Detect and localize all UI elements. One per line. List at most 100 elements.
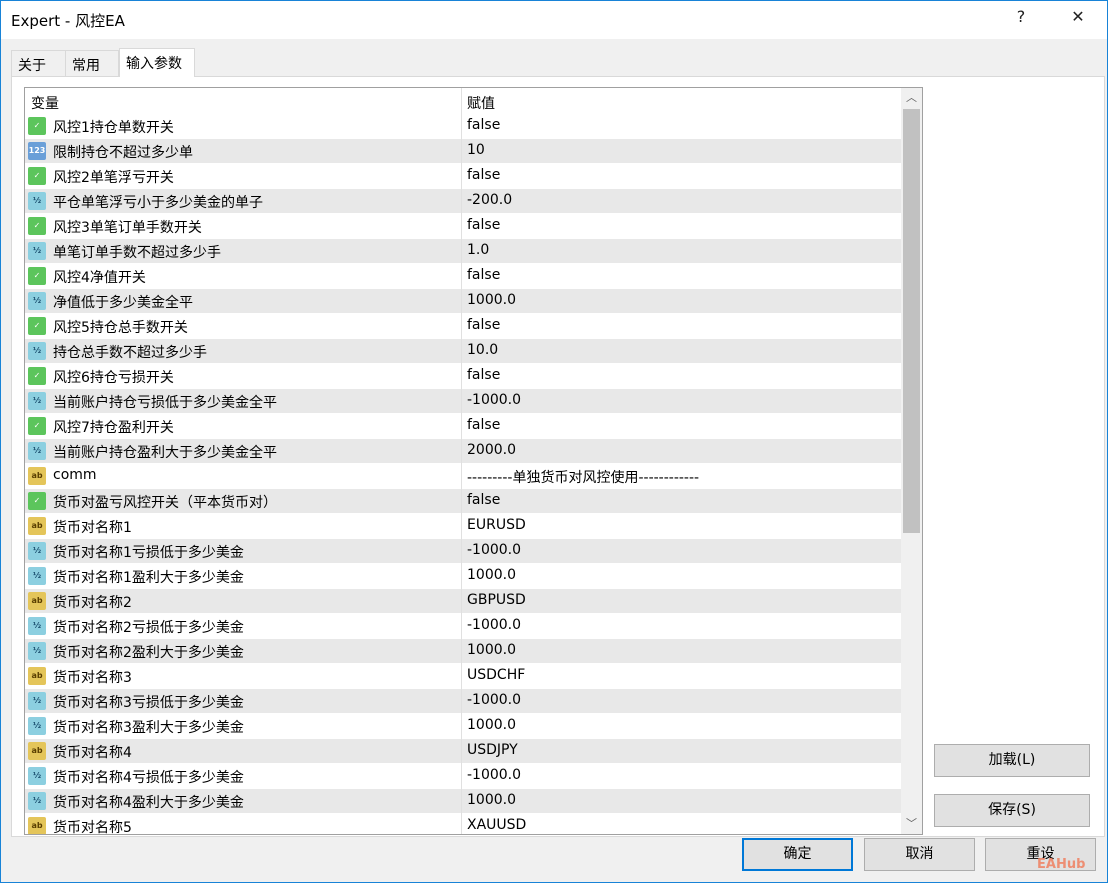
header-value[interactable]: 赋值 <box>467 93 495 113</box>
parameter-row[interactable]: ½ 当前账户持仓亏损低于多少美金全平 -1000.0 <box>25 389 901 414</box>
parameter-row[interactable]: ½ 货币对名称4亏损低于多少美金 -1000.0 <box>25 764 901 789</box>
double-icon: ½ <box>28 342 46 360</box>
parameter-value[interactable]: XAUUSD <box>467 817 526 833</box>
help-button[interactable]: ? <box>1006 7 1036 26</box>
parameter-name: 货币对名称2亏损低于多少美金 <box>53 620 244 636</box>
parameter-value[interactable]: 2000.0 <box>467 442 516 458</box>
parameter-row[interactable]: ½ 当前账户持仓盈利大于多少美金全平 2000.0 <box>25 439 901 464</box>
parameter-name: 风控6持仓亏损开关 <box>53 370 174 386</box>
watermark: EAHub <box>1037 857 1086 872</box>
parameter-row[interactable]: ✓ 风控1持仓单数开关 false <box>25 114 901 139</box>
parameter-name: 风控1持仓单数开关 <box>53 120 174 136</box>
load-button[interactable]: 加载(L) <box>934 744 1090 777</box>
bool-icon: ✓ <box>28 117 46 135</box>
bool-icon: ✓ <box>28 267 46 285</box>
window-title: Expert - 风控EA <box>11 12 125 30</box>
parameter-row[interactable]: ab 货币对名称1 EURUSD <box>25 514 901 539</box>
scroll-thumb[interactable] <box>903 109 920 533</box>
parameter-value[interactable]: false <box>467 217 500 233</box>
double-icon: ½ <box>28 192 46 210</box>
double-icon: ½ <box>28 567 46 585</box>
parameter-value[interactable]: 10.0 <box>467 342 498 358</box>
parameter-value[interactable]: USDCHF <box>467 667 525 683</box>
parameter-value[interactable]: 1.0 <box>467 242 489 258</box>
bool-icon: ✓ <box>28 492 46 510</box>
scroll-up-icon[interactable]: ︿ <box>901 88 922 108</box>
parameter-row[interactable]: ab 货币对名称3 USDCHF <box>25 664 901 689</box>
parameter-name: 货币对名称3亏损低于多少美金 <box>53 695 244 711</box>
parameter-row[interactable]: ✓ 风控5持仓总手数开关 false <box>25 314 901 339</box>
parameter-row[interactable]: ab 货币对名称5 XAUUSD <box>25 814 901 834</box>
parameter-row[interactable]: ½ 货币对名称1亏损低于多少美金 -1000.0 <box>25 539 901 564</box>
parameter-row[interactable]: 123 限制持仓不超过多少单 10 <box>25 139 901 164</box>
parameter-row[interactable]: ✓ 风控6持仓亏损开关 false <box>25 364 901 389</box>
parameter-name: 当前账户持仓盈利大于多少美金全平 <box>53 445 277 461</box>
parameter-row[interactable]: ½ 平仓单笔浮亏小于多少美金的单子 -200.0 <box>25 189 901 214</box>
parameter-row[interactable]: ½ 货币对名称3盈利大于多少美金 1000.0 <box>25 714 901 739</box>
parameter-name: 货币对名称1 <box>53 520 132 536</box>
column-divider[interactable] <box>461 88 462 834</box>
parameter-value[interactable]: -1000.0 <box>467 692 521 708</box>
parameter-row[interactable]: ½ 持仓总手数不超过多少手 10.0 <box>25 339 901 364</box>
parameter-row[interactable]: ab 货币对名称2 GBPUSD <box>25 589 901 614</box>
parameter-value[interactable]: 1000.0 <box>467 717 516 733</box>
tab-inputs[interactable]: 输入参数 <box>119 48 195 77</box>
parameter-value[interactable]: 1000.0 <box>467 292 516 308</box>
parameter-row[interactable]: ab 货币对名称4 USDJPY <box>25 739 901 764</box>
parameter-value[interactable]: false <box>467 317 500 333</box>
parameter-value[interactable]: -1000.0 <box>467 617 521 633</box>
tab-about[interactable]: 关于 <box>11 50 66 76</box>
header-variable[interactable]: 变量 <box>31 93 59 113</box>
double-icon: ½ <box>28 292 46 310</box>
save-button[interactable]: 保存(S) <box>934 794 1090 827</box>
parameter-value[interactable]: 1000.0 <box>467 792 516 808</box>
parameter-row[interactable]: ab comm ---------单独货币对风控使用------------ <box>25 464 901 489</box>
parameter-name: comm <box>53 467 97 483</box>
parameter-value[interactable]: 1000.0 <box>467 642 516 658</box>
double-icon: ½ <box>28 792 46 810</box>
parameter-value[interactable]: -1000.0 <box>467 767 521 783</box>
parameter-value[interactable]: ---------单独货币对风控使用------------ <box>467 467 699 487</box>
parameter-value[interactable]: GBPUSD <box>467 592 526 608</box>
parameter-value[interactable]: false <box>467 267 500 283</box>
parameter-row[interactable]: ½ 净值低于多少美金全平 1000.0 <box>25 289 901 314</box>
parameter-value[interactable]: USDJPY <box>467 742 518 758</box>
parameter-value[interactable]: false <box>467 417 500 433</box>
parameter-row[interactable]: ½ 货币对名称2亏损低于多少美金 -1000.0 <box>25 614 901 639</box>
parameter-value[interactable]: 10 <box>467 142 485 158</box>
parameter-row[interactable]: ✓ 风控4净值开关 false <box>25 264 901 289</box>
scroll-down-icon[interactable]: ﹀ <box>901 814 922 834</box>
parameter-value[interactable]: false <box>467 492 500 508</box>
parameter-value[interactable]: -1000.0 <box>467 392 521 408</box>
parameter-name: 货币对盈亏风控开关（平本货币对） <box>53 495 277 511</box>
parameter-row[interactable]: ✓ 风控2单笔浮亏开关 false <box>25 164 901 189</box>
parameter-name: 货币对名称1盈利大于多少美金 <box>53 570 244 586</box>
parameter-row[interactable]: ½ 货币对名称2盈利大于多少美金 1000.0 <box>25 639 901 664</box>
parameter-row[interactable]: ½ 货币对名称3亏损低于多少美金 -1000.0 <box>25 689 901 714</box>
ok-button[interactable]: 确定 <box>742 838 853 871</box>
string-icon: ab <box>28 742 46 760</box>
parameter-value[interactable]: 1000.0 <box>467 567 516 583</box>
parameter-name: 净值低于多少美金全平 <box>53 295 193 311</box>
vertical-scrollbar[interactable]: ︿ ﹀ <box>901 88 922 834</box>
parameter-value[interactable]: false <box>467 167 500 183</box>
parameter-value[interactable]: false <box>467 367 500 383</box>
parameter-value[interactable]: EURUSD <box>467 517 526 533</box>
double-icon: ½ <box>28 767 46 785</box>
parameter-name: 货币对名称3 <box>53 670 132 686</box>
grid-header: 变量 赋值 <box>25 88 901 114</box>
parameter-name: 货币对名称4盈利大于多少美金 <box>53 795 244 811</box>
parameter-row[interactable]: ✓ 货币对盈亏风控开关（平本货币对） false <box>25 489 901 514</box>
parameter-row[interactable]: ½ 单笔订单手数不超过多少手 1.0 <box>25 239 901 264</box>
parameter-row[interactable]: ✓ 风控7持仓盈利开关 false <box>25 414 901 439</box>
close-button[interactable]: ✕ <box>1063 7 1093 26</box>
string-icon: ab <box>28 667 46 685</box>
parameter-value[interactable]: -200.0 <box>467 192 512 208</box>
parameter-row[interactable]: ✓ 风控3单笔订单手数开关 false <box>25 214 901 239</box>
tab-common[interactable]: 常用 <box>65 50 119 76</box>
parameter-row[interactable]: ½ 货币对名称1盈利大于多少美金 1000.0 <box>25 564 901 589</box>
cancel-button[interactable]: 取消 <box>864 838 975 871</box>
parameter-value[interactable]: false <box>467 117 500 133</box>
parameter-value[interactable]: -1000.0 <box>467 542 521 558</box>
parameter-row[interactable]: ½ 货币对名称4盈利大于多少美金 1000.0 <box>25 789 901 814</box>
